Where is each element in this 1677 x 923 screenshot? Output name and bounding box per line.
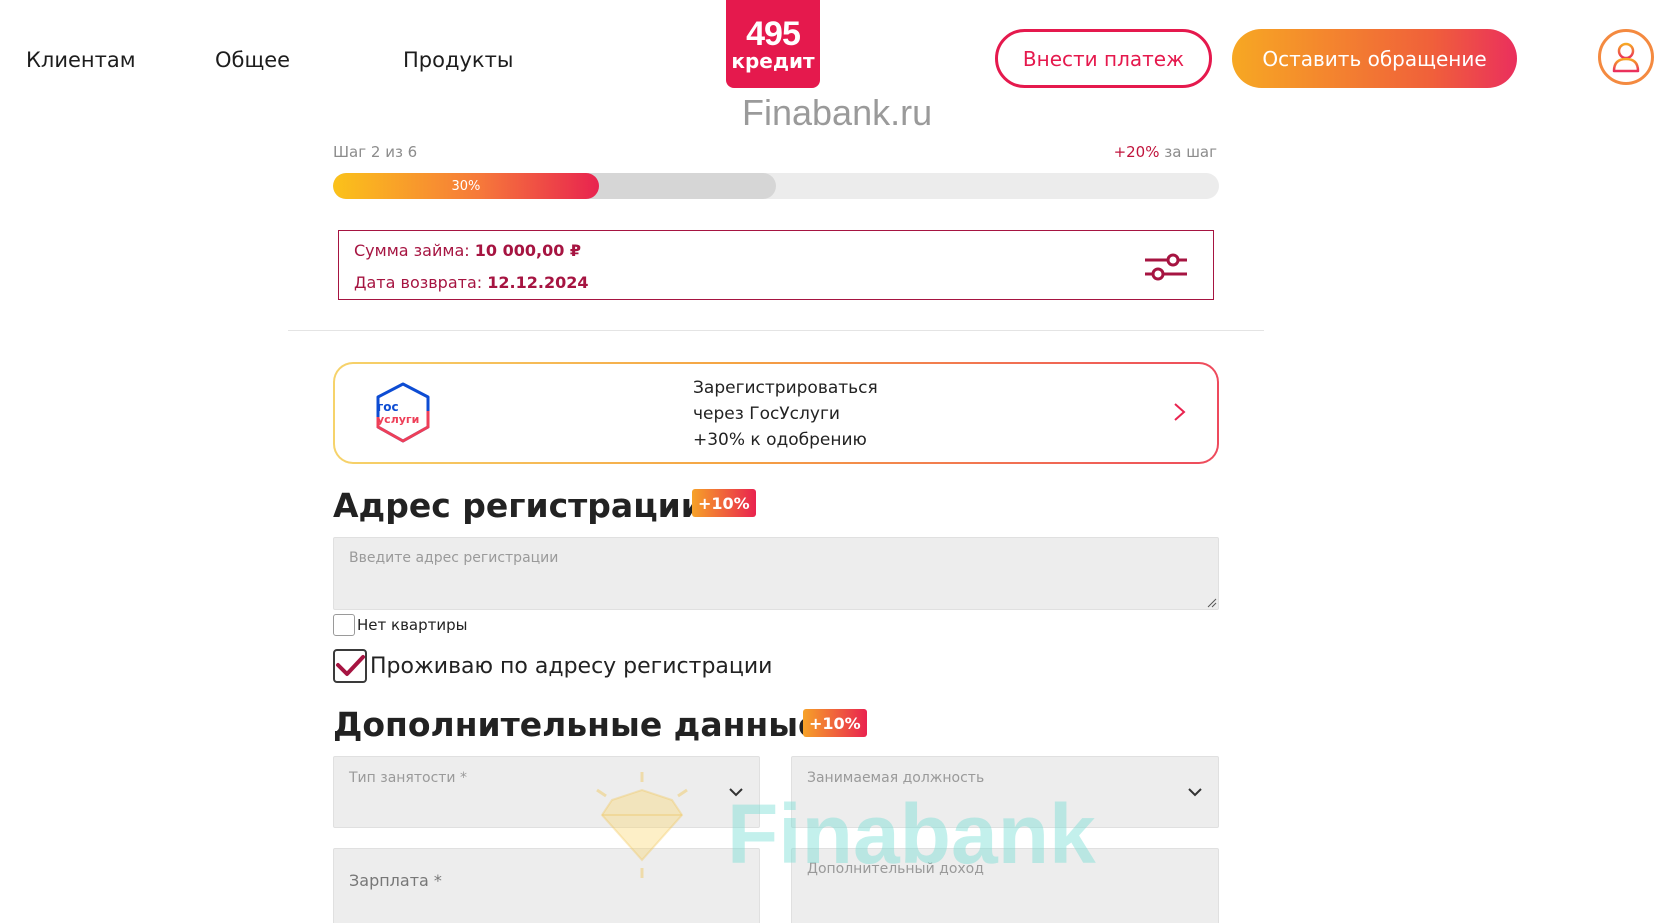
extra-data-bonus-badge: +10% xyxy=(803,709,867,737)
logo-number: 495 xyxy=(746,15,801,53)
gosuslugi-text: Зарегистрироваться через ГосУслуги +30% … xyxy=(693,375,878,453)
progress-fill: 30% xyxy=(333,173,599,199)
appeal-button[interactable]: Оставить обращение xyxy=(1232,29,1517,88)
position-select[interactable]: Занимаемая должность xyxy=(791,756,1219,828)
loan-date-label: Дата возврата: xyxy=(354,273,483,292)
extra-data-title: Дополнительные данные xyxy=(333,705,821,744)
chevron-down-icon xyxy=(1188,788,1202,797)
gosuslugi-logo-text-1: гос xyxy=(377,400,399,414)
employment-type-select[interactable]: Тип занятости * xyxy=(333,756,760,828)
user-icon xyxy=(1612,42,1640,73)
address-input[interactable]: Введите адрес регистрации xyxy=(333,537,1219,610)
divider xyxy=(288,330,1264,331)
salary-label: Зарплата * xyxy=(349,871,442,890)
step-bonus-suffix: за шаг xyxy=(1164,143,1217,161)
resize-handle-icon[interactable] xyxy=(1207,598,1217,608)
loan-summary: Сумма займа: 10 000,00 ₽ Дата возврата: … xyxy=(338,230,1214,300)
address-title: Адрес регистрации xyxy=(333,486,704,525)
logo[interactable]: 495 кредит xyxy=(726,0,820,88)
progress-bar: 30% xyxy=(333,173,1219,199)
extra-income-label: Дополнительный доход xyxy=(807,861,984,877)
gosuslugi-line-1: Зарегистрироваться xyxy=(693,378,878,398)
loan-date-value: 12.12.2024 xyxy=(487,273,589,292)
address-bonus-badge: +10% xyxy=(692,489,756,517)
loan-amount-label: Сумма займа: xyxy=(354,241,470,260)
gosuslugi-line-3: +30% к одобрению xyxy=(693,430,867,450)
watermark-top: Finabank.ru xyxy=(742,92,933,133)
step-bonus: +20% за шаг xyxy=(1114,143,1217,161)
step-indicator: Шаг 2 из 6 xyxy=(333,143,418,161)
logo-word: кредит xyxy=(731,49,815,73)
checkmark-icon xyxy=(336,655,365,676)
no-apartment-checkbox[interactable] xyxy=(333,614,355,636)
loan-amount: Сумма займа: 10 000,00 ₽ xyxy=(354,241,581,260)
gosuslugi-logo-icon: гос услуги xyxy=(376,382,430,443)
pay-button[interactable]: Внести платеж xyxy=(995,29,1212,88)
gosuslugi-line-2: через ГосУслуги xyxy=(693,404,840,424)
chevron-down-icon xyxy=(729,788,743,797)
loan-date: Дата возврата: 12.12.2024 xyxy=(354,273,588,292)
gosuslugi-register-card[interactable]: гос услуги Зарегистрироваться через ГосУ… xyxy=(333,362,1219,464)
extra-income-input[interactable]: Дополнительный доход xyxy=(791,848,1219,923)
step-bonus-value: +20% xyxy=(1113,143,1160,161)
arrow-right-icon xyxy=(1111,403,1186,421)
profile-button[interactable] xyxy=(1598,29,1654,85)
no-apartment-label[interactable]: Нет квартиры xyxy=(357,616,467,634)
live-at-registration-label[interactable]: Проживаю по адресу регистрации xyxy=(370,654,772,679)
nav-products[interactable]: Продукты xyxy=(403,48,513,72)
nav-general[interactable]: Общее xyxy=(215,48,290,72)
live-at-registration-checkbox[interactable] xyxy=(333,649,367,683)
loan-amount-value: 10 000,00 ₽ xyxy=(474,241,582,260)
position-label: Занимаемая должность xyxy=(807,770,985,786)
employment-type-label: Тип занятости * xyxy=(349,770,467,786)
gosuslugi-logo-text-2: услуги xyxy=(377,413,419,426)
salary-input[interactable]: Зарплата * xyxy=(333,848,760,923)
nav-clients[interactable]: Клиентам xyxy=(26,48,136,72)
sliders-icon[interactable] xyxy=(1143,253,1189,281)
